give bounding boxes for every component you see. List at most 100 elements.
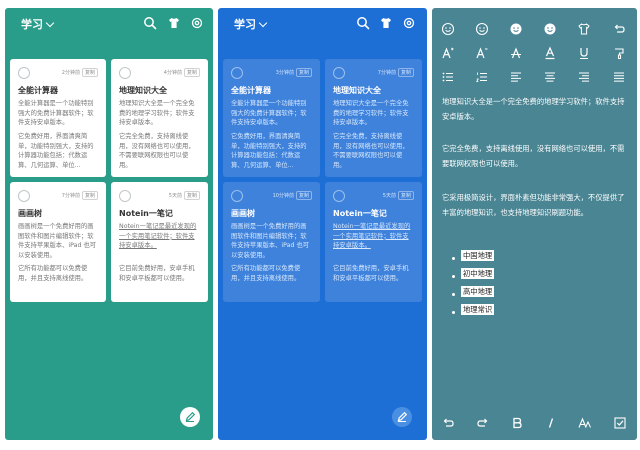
note-card[interactable]: 5天前 复制 Notein一笔记 Notein一笔记是最近发现的一个实用笔记软件；…	[325, 182, 422, 302]
copy-tag[interactable]: 复制	[183, 191, 200, 200]
editor-paragraph[interactable]: 它采用极简设计，界面朴素但功能非常强大，不仅提供了丰富的地理知识，也支持地理知识…	[442, 190, 627, 220]
notes-list-screen-green: 学习 2分钟前 复制 全能计算器 全能计算器是一个功能特别强大的免费计算器软件；软…	[5, 8, 213, 440]
note-meta: 3分钟前 复制	[276, 68, 312, 77]
smile-icon	[119, 190, 131, 202]
editor-paragraph[interactable]: 地理知识大全是一个完全免费的地理学习软件；软件支持安卓版本。	[442, 94, 627, 124]
italic-icon[interactable]	[544, 416, 558, 430]
text-color-icon[interactable]	[543, 46, 557, 60]
editor-bottom-toolbar	[432, 416, 637, 432]
highlighted-item-text: 高中地理	[461, 286, 495, 297]
note-time: 2分钟前	[61, 70, 80, 76]
bullet-list[interactable]: 中国地理 初中地理 高中地理 地理常识	[452, 250, 495, 323]
smile-icon	[119, 67, 131, 79]
note-card[interactable]: 2分钟前 复制 全能计算器 全能计算器是一个功能特别强大的免费计算器软件；软件支持…	[10, 59, 106, 177]
note-excerpt: 它免费好用，界面清爽简单，功能特别强大，支持的计算器功能包括：代数运算、几何运算…	[231, 133, 307, 169]
copy-tag[interactable]: 复制	[397, 68, 414, 77]
underline-icon[interactable]	[577, 46, 591, 60]
note-card[interactable]: 10分钟前 复制 画画树 画画树是一个免费好用的画图软件和图片编辑软件；软件支持苹…	[223, 182, 320, 302]
note-time: 5天前	[168, 193, 182, 199]
settings-icon[interactable]	[402, 16, 416, 30]
pen-icon	[397, 411, 408, 422]
note-title: 画画树	[18, 209, 42, 218]
list-item[interactable]: 地理常识	[452, 304, 495, 323]
list-item[interactable]: 初中地理	[452, 268, 495, 287]
font-size-decrease-icon[interactable]	[475, 46, 489, 60]
note-card[interactable]: 7分钟前 复制 地理知识大全 地理知识大全是一个完全免费的地理学习软件；软件支持安…	[325, 59, 422, 177]
undo-icon[interactable]	[612, 22, 626, 36]
copy-tag[interactable]: 复制	[397, 191, 414, 200]
font-size-icon[interactable]	[578, 416, 592, 430]
smile-icon	[333, 67, 345, 79]
strikethrough-icon[interactable]	[509, 46, 523, 60]
pen-icon	[185, 411, 196, 422]
note-meta: 2分钟前 复制	[62, 68, 98, 77]
smile-icon	[18, 67, 30, 79]
note-title: Notein一笔记	[119, 209, 173, 218]
notes-list-screen-blue: 学习 3分钟前 复制 全能计算器 全能计算器是一个功能特别强大的免费计算器软件；软…	[218, 8, 427, 440]
note-time: 5天前	[382, 193, 396, 199]
note-time: 4分钟前	[163, 70, 182, 76]
search-icon[interactable]	[143, 16, 157, 30]
new-note-button[interactable]	[180, 407, 200, 427]
search-icon[interactable]	[356, 16, 370, 30]
note-card[interactable]: 4分钟前 复制 地理知识大全 地理知识大全是一个完全免费的地理学习软件；软件支持安…	[111, 59, 208, 177]
numbered-list-icon[interactable]	[475, 70, 489, 84]
note-excerpt: 它所有功能都可以免费使用，并且支持离线使用。	[231, 265, 301, 282]
note-time: 3分钟前	[275, 70, 294, 76]
copy-tag[interactable]: 复制	[81, 191, 98, 200]
smile-icon[interactable]	[441, 22, 455, 36]
note-excerpt: 画画树是一个免费好用的画图软件和图片编辑软件；软件支持苹果版本、iPad 也可以…	[231, 223, 310, 259]
folder-title: 学习	[21, 18, 43, 31]
list-item[interactable]: 中国地理	[452, 250, 495, 269]
folder-title: 学习	[234, 18, 256, 31]
format-toolbar-row	[432, 22, 637, 38]
copy-tag[interactable]: 复制	[295, 191, 312, 200]
shirt-icon[interactable]	[167, 16, 181, 30]
bold-icon[interactable]	[510, 416, 524, 430]
note-card[interactable]: 3分钟前 复制 全能计算器 全能计算器是一个功能特别强大的免费计算器软件；软件支持…	[223, 59, 320, 177]
align-right-icon[interactable]	[577, 70, 591, 84]
smile-icon	[231, 190, 243, 202]
align-center-icon[interactable]	[543, 70, 557, 84]
note-time: 10分钟前	[272, 193, 294, 199]
note-meta: 5天前 复制	[383, 191, 414, 200]
paint-icon[interactable]	[612, 46, 626, 60]
chevron-down-icon	[258, 18, 268, 28]
note-excerpt: 全能计算器是一个功能特别强大的免费计算器软件；软件支持安卓版本。	[18, 100, 94, 126]
smile-icon[interactable]	[475, 22, 489, 36]
shirt-icon[interactable]	[577, 22, 591, 36]
font-size-increase-icon[interactable]	[441, 46, 455, 60]
redo-icon[interactable]	[476, 416, 490, 430]
note-excerpt: 它完全免费，支持离线使用，没有网络也可以使用，不需要联网权限也可以使用。	[333, 133, 409, 169]
note-meta: 5天前 复制	[169, 191, 200, 200]
smile-icon[interactable]	[509, 22, 523, 36]
smile-icon[interactable]	[543, 22, 557, 36]
justify-icon[interactable]	[612, 70, 626, 84]
note-title: 地理知识大全	[119, 86, 167, 95]
list-item[interactable]: 高中地理	[452, 286, 495, 305]
undo-icon[interactable]	[441, 416, 455, 430]
note-title: 画画树	[231, 209, 255, 218]
smile-icon	[333, 190, 345, 202]
app-header: 学习	[5, 8, 213, 38]
copy-tag[interactable]: 复制	[295, 68, 312, 77]
copy-tag[interactable]: 复制	[81, 68, 98, 77]
note-title: 全能计算器	[231, 86, 271, 95]
shirt-icon[interactable]	[379, 16, 393, 30]
note-excerpt: 它目前免费好用，安卓手机和安卓平板都可以使用。	[333, 265, 409, 282]
note-title: 全能计算器	[18, 86, 58, 95]
settings-icon[interactable]	[190, 16, 204, 30]
note-excerpt: 画画树是一个免费好用的画图软件和图片编辑软件；软件支持苹果版本、iPad 也可以…	[18, 223, 97, 259]
note-card[interactable]: 5天前 复制 Notein一笔记 Notein一笔记是最近发现的一个实用笔记软件；…	[111, 182, 208, 302]
folder-dropdown[interactable]: 学习	[234, 16, 268, 32]
note-card[interactable]: 7分钟前 复制 画画树 画画树是一个免费好用的画图软件和图片编辑软件；软件支持苹果…	[10, 182, 106, 302]
checkbox-icon[interactable]	[613, 416, 627, 430]
new-note-button[interactable]	[392, 407, 412, 427]
copy-tag[interactable]: 复制	[183, 68, 200, 77]
folder-dropdown[interactable]: 学习	[21, 16, 55, 32]
editor-paragraph[interactable]: 它完全免费，支持离线使用，没有网络也可以使用，不需要联网权限也可以使用。	[442, 141, 627, 171]
align-left-icon[interactable]	[509, 70, 523, 84]
app-header: 学习	[218, 8, 427, 38]
bulleted-list-icon[interactable]	[441, 70, 455, 84]
highlighted-item-text: 中国地理	[461, 250, 495, 261]
